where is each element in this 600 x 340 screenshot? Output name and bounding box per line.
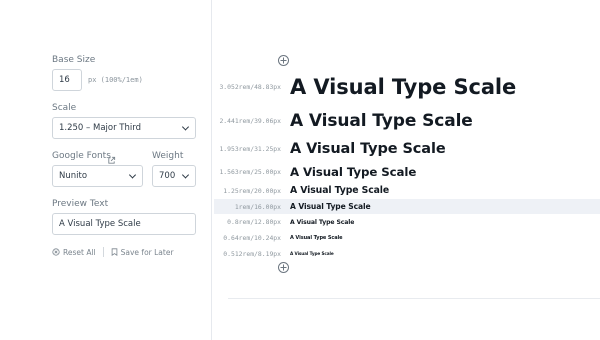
controls-panel: Base Size 16 px (100%/1em) Scale 1.250 –… xyxy=(0,0,212,340)
divider-line xyxy=(228,298,600,299)
base-size-label: Base Size xyxy=(52,55,96,65)
scale-row-size: 1.953rem/31.25px xyxy=(219,145,281,153)
reset-icon xyxy=(52,248,60,256)
plus-icon xyxy=(280,57,287,64)
add-larger-size-button[interactable] xyxy=(278,55,289,66)
plus-icon xyxy=(280,264,287,271)
font-selected-value: Nunito xyxy=(59,171,88,181)
scale-row-sample: A Visual Type Scale xyxy=(290,111,473,131)
preview-text-label: Preview Text xyxy=(52,199,109,209)
scale-selected-value: 1.250 – Major Third xyxy=(59,123,141,133)
save-for-later-label: Save for Later xyxy=(120,247,174,257)
google-fonts-label: Google Fonts xyxy=(52,151,111,161)
scale-row-base[interactable]: 1rem/16.00px A Visual Type Scale xyxy=(214,199,600,214)
weight-label: Weight xyxy=(152,151,184,161)
reset-all-label: Reset All xyxy=(63,247,96,257)
scale-label: Scale xyxy=(52,103,77,113)
scale-row-size: 1rem/16.00px xyxy=(234,202,281,211)
scale-row[interactable]: 2.441rem/39.06px A Visual Type Scale xyxy=(214,110,600,132)
scale-row[interactable]: 0.64rem/10.24px A Visual Type Scale xyxy=(214,232,600,243)
reset-all-button[interactable]: Reset All xyxy=(52,248,96,257)
scale-row-sample: A Visual Type Scale xyxy=(290,141,446,157)
scale-row-sample: A Visual Type Scale xyxy=(290,218,355,226)
scale-row[interactable]: 3.052rem/48.83px A Visual Type Scale xyxy=(214,74,600,100)
base-size-input[interactable]: 16 xyxy=(52,69,82,91)
actions-divider xyxy=(102,247,104,257)
bookmark-icon xyxy=(111,248,117,256)
scale-row[interactable]: 0.512rem/8.19px A Visual Type Scale xyxy=(214,248,600,259)
scale-row[interactable]: 0.8rem/12.80px A Visual Type Scale xyxy=(214,216,600,228)
save-for-later-button[interactable]: Save for Later xyxy=(111,248,174,257)
scale-row[interactable]: 1.25rem/20.00px A Visual Type Scale xyxy=(214,183,600,198)
scale-row[interactable]: 1.953rem/31.25px A Visual Type Scale xyxy=(214,139,600,159)
preview-text-value: A Visual Type Scale xyxy=(59,219,141,229)
weight-select[interactable]: 700 xyxy=(152,165,196,187)
scale-row[interactable]: 1.563rem/25.00px A Visual Type Scale xyxy=(214,163,600,180)
scale-row-size: 1.25rem/20.00px xyxy=(223,186,281,195)
scale-row-sample: A Visual Type Scale xyxy=(290,164,417,179)
scale-row-sample: A Visual Type Scale xyxy=(290,251,334,256)
base-size-unit-hint: px (100%/1em) xyxy=(88,76,143,84)
scale-row-size: 0.8rem/12.80px xyxy=(227,218,281,226)
preview-text-input[interactable]: A Visual Type Scale xyxy=(52,213,196,235)
base-size-value: 16 xyxy=(59,75,70,85)
weight-selected-value: 700 xyxy=(159,171,176,181)
scale-row-sample: A Visual Type Scale xyxy=(290,185,390,196)
scale-row-size: 2.441rem/39.06px xyxy=(219,117,281,125)
scale-row-sample: A Visual Type Scale xyxy=(290,75,517,99)
font-select[interactable]: Nunito xyxy=(52,165,143,187)
panel-actions: Reset All Save for Later xyxy=(52,247,174,257)
scale-row-size: 3.052rem/48.83px xyxy=(219,83,281,91)
scale-row-sample: A Visual Type Scale xyxy=(290,234,343,241)
scale-row-size: 1.563rem/25.00px xyxy=(219,167,281,176)
scale-row-sample: A Visual Type Scale xyxy=(290,202,371,211)
scale-select[interactable]: 1.250 – Major Third xyxy=(52,117,196,139)
scale-row-size: 0.64rem/10.24px xyxy=(223,233,281,242)
scale-row-size: 0.512rem/8.19px xyxy=(223,249,281,258)
add-smaller-size-button[interactable] xyxy=(278,262,289,273)
